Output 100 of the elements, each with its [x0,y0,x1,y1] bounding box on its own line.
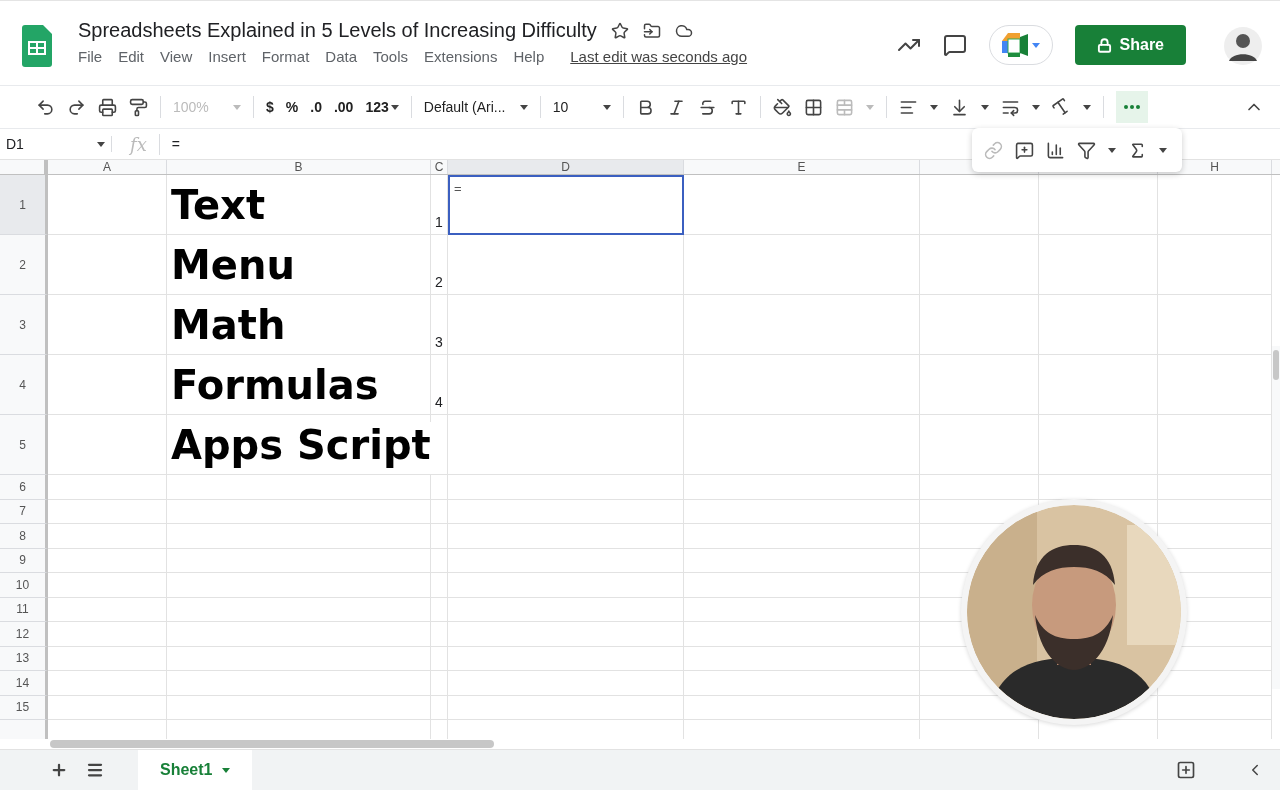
grid-cell[interactable] [167,475,431,500]
borders-icon[interactable] [803,97,823,117]
grid-cell[interactable] [167,646,431,671]
menu-item[interactable]: Extensions [424,48,498,65]
chart-icon[interactable] [1046,140,1065,160]
grid-cell[interactable] [1039,415,1158,475]
percent-button[interactable]: % [285,99,299,115]
scrollbar-thumb[interactable] [50,740,494,748]
grid-cell[interactable] [1158,235,1272,295]
grid-cell[interactable] [48,597,167,622]
row-header[interactable] [0,720,48,739]
grid-cell[interactable] [431,597,448,622]
grid-cell[interactable]: Math [167,295,431,355]
grid-cell[interactable] [431,499,448,524]
row-header[interactable]: 9 [0,548,48,573]
grid-cell[interactable] [1039,235,1158,295]
grid-cell[interactable]: 4 [431,355,448,415]
number-format-select[interactable]: 123 [365,99,399,115]
grid-cell[interactable] [448,499,684,524]
grid-cell[interactable] [1158,175,1272,235]
grid-cell[interactable] [167,597,431,622]
grid-cell[interactable] [684,597,920,622]
grid-cell[interactable] [167,524,431,549]
row-header[interactable]: 1 [0,175,48,235]
menu-item[interactable]: Tools [373,48,409,65]
avatar[interactable] [1224,27,1262,65]
row-header[interactable]: 14 [0,671,48,696]
font-size-select[interactable]: 10 [552,99,611,115]
undo-icon[interactable] [36,97,55,117]
font-select[interactable]: Default (Ari... [423,99,528,115]
link-icon[interactable] [984,140,1003,160]
sheet-tab[interactable]: Sheet1 [138,750,253,790]
menu-item[interactable]: Edit [118,48,145,65]
grid-cell[interactable] [920,295,1039,355]
grid-cell[interactable] [431,671,448,696]
grid-cell[interactable] [684,646,920,671]
grid-cell[interactable] [448,597,684,622]
currency-button[interactable]: $ [266,99,274,115]
grid-cell[interactable] [431,524,448,549]
add-comment-icon[interactable] [1015,140,1034,160]
row-header[interactable]: 8 [0,524,48,549]
row-header[interactable]: 7 [0,499,48,524]
grid-cell[interactable] [448,548,684,573]
grid-cell[interactable] [448,646,684,671]
star-icon[interactable] [610,21,629,40]
grid-cell[interactable] [167,671,431,696]
grid-cell[interactable] [1039,175,1158,235]
redo-icon[interactable] [67,97,86,117]
grid-cell[interactable] [48,573,167,598]
grid-cell[interactable] [448,524,684,549]
grid-cell[interactable] [684,355,920,415]
scrollbar-thumb[interactable] [1273,350,1279,380]
grid-cell[interactable] [167,622,431,647]
grid-cell[interactable] [431,695,448,720]
grid-cell[interactable] [448,475,684,500]
increase-decimals-button[interactable]: .00 [333,99,354,115]
grid-cell[interactable] [448,295,684,355]
decrease-decimals-button[interactable]: .0 [310,99,322,115]
column-header[interactable]: D [448,160,684,174]
last-edit-link[interactable]: Last edit was seconds ago [570,48,748,65]
grid-cell[interactable]: 2 [431,235,448,295]
move-folder-icon[interactable] [642,21,661,40]
row-header[interactable]: 3 [0,295,48,355]
grid-cell[interactable] [48,671,167,696]
row-header[interactable]: 2 [0,235,48,295]
comment-icon[interactable] [942,33,967,57]
grid-cell[interactable]: 1 [431,175,448,235]
grid-cell[interactable] [167,548,431,573]
name-box[interactable]: D1 [0,136,112,152]
row-header[interactable]: 6 [0,475,48,500]
fill-color-icon[interactable] [772,97,792,117]
grid-cell[interactable]: Formulas [167,355,431,415]
grid-cell[interactable] [920,175,1039,235]
rotate-text-icon[interactable] [1051,97,1071,117]
print-icon[interactable] [98,97,117,117]
grid-cell[interactable] [48,548,167,573]
grid-cell[interactable]: Text [167,175,431,235]
grid-cell[interactable] [684,622,920,647]
share-button[interactable]: Share [1074,25,1186,65]
grid-cell[interactable] [1158,295,1272,355]
filter-icon[interactable] [1077,140,1096,160]
grid-cell[interactable] [48,695,167,720]
merge-cells-icon[interactable] [834,97,854,117]
grid-cell[interactable] [920,355,1039,415]
grid-cell[interactable] [920,235,1039,295]
menu-item[interactable]: Data [325,48,357,65]
menu-item[interactable]: Insert [208,48,246,65]
grid-cell[interactable] [448,622,684,647]
menu-item[interactable]: View [160,48,193,65]
grid-cell[interactable] [684,295,920,355]
grid-cell[interactable]: Menu [167,235,431,295]
cell-input[interactable]: = [450,177,462,196]
grid-cell[interactable] [431,475,448,500]
explore-icon[interactable] [1176,760,1196,780]
paint-format-icon[interactable] [129,97,148,117]
grid-cell[interactable] [448,671,684,696]
grid-cell[interactable] [48,499,167,524]
strikethrough-icon[interactable] [697,97,717,117]
row-header[interactable]: 10 [0,573,48,598]
grid-cell[interactable] [167,499,431,524]
